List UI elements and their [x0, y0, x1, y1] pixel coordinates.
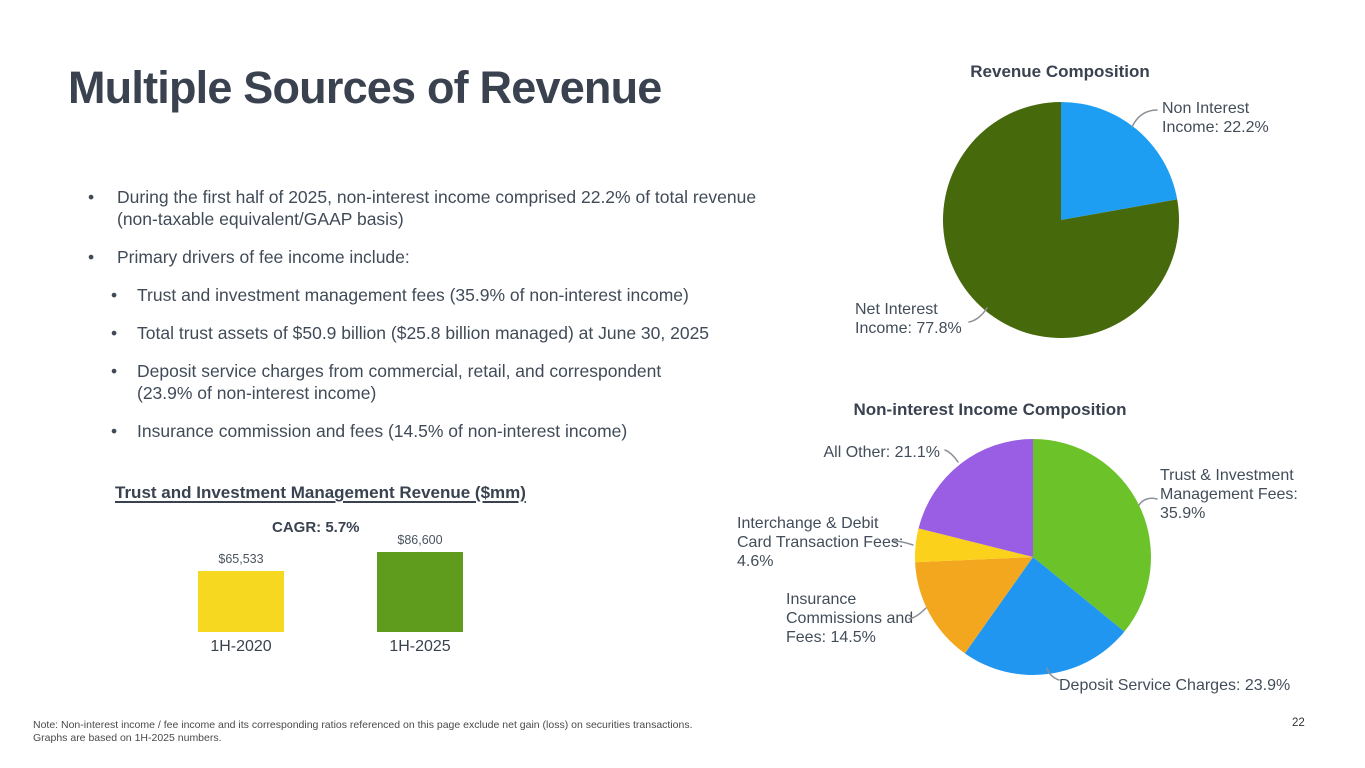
bullet-dot — [111, 284, 137, 306]
bullet-text: Trust and investment management fees (35… — [137, 284, 689, 306]
bullet-dot — [111, 360, 137, 404]
bullet-text: Insurance commission and fees (14.5% of … — [137, 420, 627, 442]
pie1-title: Revenue Composition — [910, 62, 1210, 82]
pie-slice-non-interest-income — [1061, 102, 1177, 220]
pie-chart-revenue-composition — [941, 100, 1181, 340]
bar-value-label: $65,533 — [188, 552, 294, 566]
bullet-text: Total trust assets of $50.9 billion ($25… — [137, 322, 709, 344]
pie2-label-insurance-fees: Insurance Commissions and Fees: 14.5% — [786, 590, 913, 647]
bar-1h-2025 — [377, 552, 463, 632]
slide: Multiple Sources of Revenue During the f… — [0, 0, 1365, 768]
bar-chart-title: Trust and Investment Management Revenue … — [115, 483, 526, 503]
bullet-item: Primary drivers of fee income include: — [88, 246, 757, 268]
bar-chart-plot: $65,5331H-2020$86,6001H-2025 — [198, 552, 464, 632]
bullet-item: Deposit service charges from commercial,… — [111, 360, 757, 404]
pie2-label-interchange-debit-fees: Interchange & Debit Card Transaction Fee… — [737, 514, 903, 571]
slide-title: Multiple Sources of Revenue — [68, 62, 662, 114]
bullet-item: Total trust assets of $50.9 billion ($25… — [111, 322, 757, 344]
bullet-text: Deposit service charges from commercial,… — [137, 360, 697, 404]
bar-category-label: 1H-2025 — [367, 638, 473, 656]
bullet-text: Primary drivers of fee income include: — [117, 246, 410, 268]
pie2-label-all-other: All Other: 21.1% — [790, 443, 940, 462]
bullet-dot — [88, 186, 117, 230]
page-number: 22 — [1292, 717, 1305, 729]
pie-chart-non-interest-income-composition — [913, 437, 1153, 677]
pie1-label-net-interest-income: Net Interest Income: 77.8% — [855, 300, 962, 338]
pie2-label-trust-investment-fees: Trust & Investment Management Fees: 35.9… — [1160, 466, 1298, 523]
bullet-dot — [111, 420, 137, 442]
pie2-label-deposit-service-charges: Deposit Service Charges: 23.9% — [1059, 676, 1290, 695]
bullet-list: During the first half of 2025, non-inter… — [88, 186, 757, 458]
pie1-label-non-interest-income: Non Interest Income: 22.2% — [1162, 99, 1269, 137]
bullet-dot — [88, 246, 117, 268]
bullet-text: During the first half of 2025, non-inter… — [117, 186, 757, 230]
cagr-annotation: CAGR: 5.7% — [272, 519, 360, 536]
bar-1h-2020 — [198, 571, 284, 632]
bullet-dot — [111, 322, 137, 344]
bar-value-label: $86,600 — [367, 533, 473, 547]
pie2-title: Non-interest Income Composition — [840, 400, 1140, 420]
bullet-item: Trust and investment management fees (35… — [111, 284, 757, 306]
bullet-item: Insurance commission and fees (14.5% of … — [111, 420, 757, 442]
footnote: Note: Non-interest income / fee income a… — [33, 719, 693, 745]
bullet-item: During the first half of 2025, non-inter… — [88, 186, 757, 230]
bar-category-label: 1H-2020 — [188, 638, 294, 656]
